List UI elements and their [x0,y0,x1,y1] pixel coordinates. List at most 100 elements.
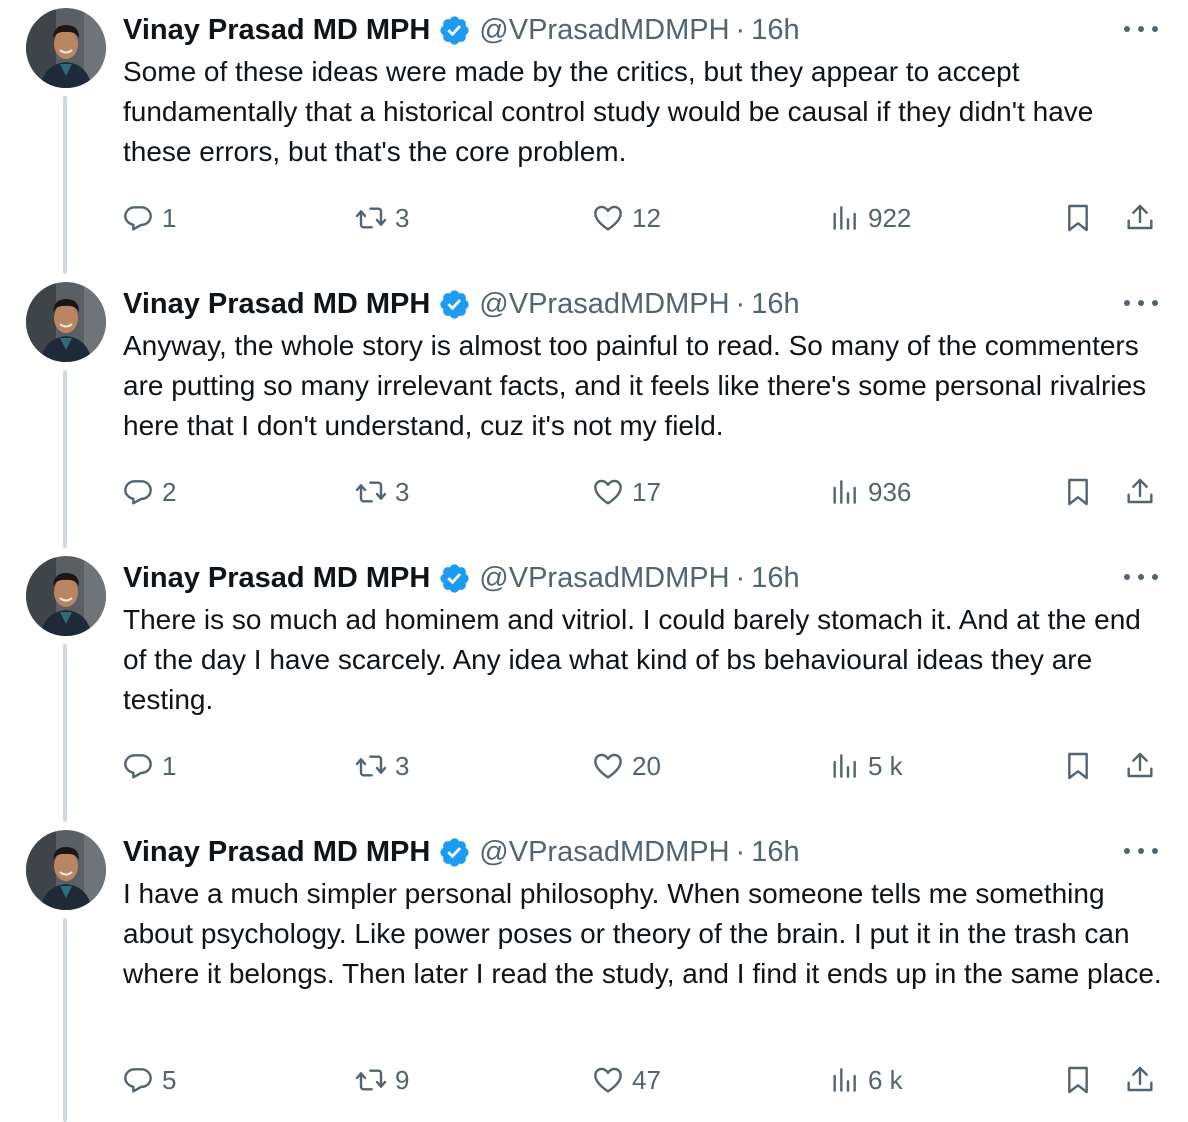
bookmark-button[interactable] [1062,1060,1094,1100]
tweet-header: Vinay Prasad MD MPH @VPrasadMDMPH · 16h [123,832,800,872]
share-upload-icon [1127,204,1153,230]
author-handle[interactable]: @VPrasadMDMPH [479,288,729,321]
author-handle[interactable]: @VPrasadMDMPH [479,14,729,47]
like-count: 12 [632,202,661,233]
bar-chart-icon [833,1068,856,1092]
action-bar: 5 9 47 6 k [0,1060,1188,1100]
retweet-count: 3 [395,202,410,233]
tweet[interactable]: Vinay Prasad MD MPH @VPrasadMDMPH · 16h … [0,548,1188,822]
action-bar: 1 3 20 5 k [0,746,1188,786]
separator-dot: · [735,835,746,868]
author-name[interactable]: Vinay Prasad MD MPH [123,288,430,321]
bar-chart-icon [833,754,856,778]
bookmark-icon [1068,204,1088,232]
avatar[interactable] [26,8,106,88]
reply-count: 1 [162,202,177,233]
more-dots-icon[interactable] [1124,288,1158,318]
tweet-text: Some of these ideas were made by the cri… [123,56,1094,167]
like-count: 47 [632,1064,661,1095]
views-button[interactable]: 5 k [828,746,903,786]
more-dots-icon[interactable] [1124,836,1158,866]
views-button[interactable]: 936 [828,472,911,512]
views-button[interactable]: 922 [828,198,911,238]
reply-button[interactable]: 2 [122,472,176,512]
bar-chart-icon [833,480,856,504]
share-button[interactable] [1124,746,1156,786]
author-handle[interactable]: @VPrasadMDMPH [479,562,729,595]
share-button[interactable] [1124,472,1156,512]
reply-count: 1 [162,750,177,781]
retweet-button[interactable]: 3 [355,472,409,512]
speech-bubble-icon [124,480,152,505]
view-count: 5 k [868,750,903,781]
tweet-text: There is so much ad hominem and vitriol.… [123,604,1141,715]
heart-icon [594,205,622,231]
timestamp[interactable]: 16h [751,288,799,321]
separator-dot: · [735,561,746,594]
verified-badge-icon[interactable] [438,836,471,869]
view-count: 6 k [868,1064,903,1095]
tweet-header: Vinay Prasad MD MPH @VPrasadMDMPH · 16h [123,10,800,50]
retweet-button[interactable]: 9 [355,1060,409,1100]
author-name[interactable]: Vinay Prasad MD MPH [123,836,430,869]
verified-badge-icon[interactable] [438,562,471,595]
author-name[interactable]: Vinay Prasad MD MPH [123,14,430,47]
bookmark-button[interactable] [1062,472,1094,512]
verified-badge-icon[interactable] [438,288,471,321]
tweet[interactable]: Vinay Prasad MD MPH @VPrasadMDMPH · 16h … [0,0,1188,274]
avatar[interactable] [26,830,106,910]
tweet[interactable]: Vinay Prasad MD MPH @VPrasadMDMPH · 16h … [0,822,1188,1122]
share-upload-icon [1127,752,1153,778]
view-count: 936 [868,476,912,507]
retweet-arrows-icon [355,1069,387,1091]
share-upload-icon [1127,478,1153,504]
avatar[interactable] [26,282,106,362]
like-button[interactable]: 12 [592,198,661,238]
thread-line [63,96,67,274]
action-bar: 2 3 17 936 [0,472,1188,512]
retweet-arrows-icon [355,207,387,229]
reply-count: 2 [162,476,177,507]
more-dots-icon[interactable] [1124,14,1158,44]
retweet-count: 3 [395,750,410,781]
views-button[interactable]: 6 k [828,1060,903,1100]
reply-button[interactable]: 1 [122,746,176,786]
share-button[interactable] [1124,1060,1156,1100]
timestamp[interactable]: 16h [751,14,799,47]
timestamp[interactable]: 16h [751,562,799,595]
reply-button[interactable]: 1 [122,198,176,238]
share-upload-icon [1127,1066,1153,1092]
retweet-button[interactable]: 3 [355,198,409,238]
bar-chart-icon [833,206,856,230]
speech-bubble-icon [124,1068,152,1093]
retweet-arrows-icon [355,481,387,503]
bookmark-button[interactable] [1062,198,1094,238]
tweet-thread: Vinay Prasad MD MPH @VPrasadMDMPH · 16h … [0,0,1188,1122]
retweet-arrows-icon [355,755,387,777]
like-count: 17 [632,476,661,507]
bookmark-icon [1068,478,1088,506]
retweet-button[interactable]: 3 [355,746,409,786]
heart-icon [594,1067,622,1093]
more-dots-icon[interactable] [1124,562,1158,592]
tweet[interactable]: Vinay Prasad MD MPH @VPrasadMDMPH · 16h … [0,274,1188,548]
thread-line [63,370,67,548]
author-handle[interactable]: @VPrasadMDMPH [479,836,729,869]
bookmark-icon [1068,752,1088,780]
like-button[interactable]: 20 [592,746,661,786]
timestamp[interactable]: 16h [751,836,799,869]
heart-icon [594,479,622,505]
tweet-header: Vinay Prasad MD MPH @VPrasadMDMPH · 16h [123,284,800,324]
separator-dot: · [735,13,746,46]
thread-line [63,644,67,822]
like-button[interactable]: 47 [592,1060,661,1100]
like-button[interactable]: 17 [592,472,661,512]
share-button[interactable] [1124,198,1156,238]
avatar[interactable] [26,556,106,636]
verified-badge-icon[interactable] [438,14,471,47]
reply-button[interactable]: 5 [122,1060,176,1100]
tweet-text: Anyway, the whole story is almost too pa… [123,330,1147,441]
view-count: 922 [868,202,912,233]
bookmark-button[interactable] [1062,746,1094,786]
author-name[interactable]: Vinay Prasad MD MPH [123,562,430,595]
